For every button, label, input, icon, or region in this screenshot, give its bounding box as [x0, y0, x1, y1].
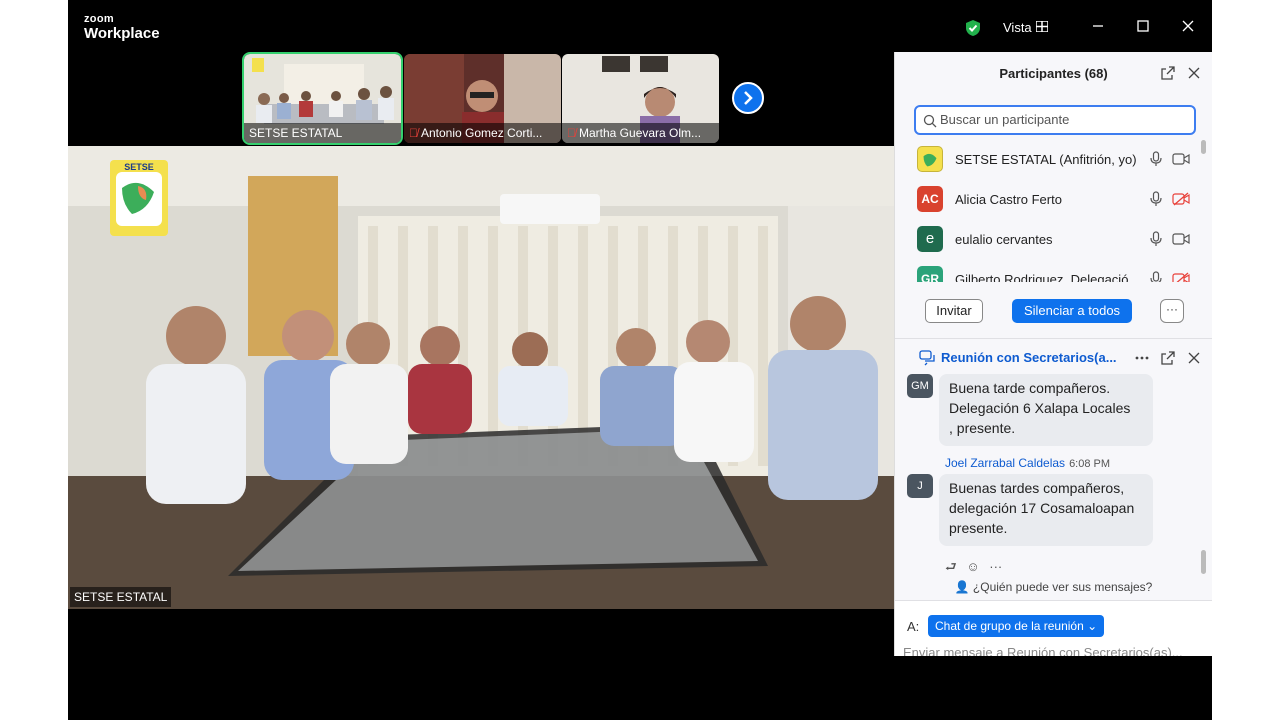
participant-name: SETSE ESTATAL (Anfitrión, yo)	[955, 152, 1137, 167]
search-icon	[923, 114, 937, 128]
participant-list: SETSE ESTATAL (Anfitrión, yo) AC Alicia …	[895, 140, 1201, 282]
chat-message[interactable]: Buena tarde compañeros. Delegación 6 Xal…	[939, 374, 1153, 446]
close-participants-icon[interactable]	[1186, 65, 1202, 81]
view-button[interactable]: Vista	[1003, 20, 1032, 35]
who-can-see[interactable]: 👤 ¿Quién puede ver sus mensajes?	[895, 580, 1212, 594]
brand-zoom: zoom	[84, 13, 114, 25]
more-icon[interactable]: ···	[989, 559, 1002, 574]
video-off-icon[interactable]	[1172, 192, 1190, 206]
message-line: Delegación 6 Xalapa Locales	[949, 400, 1131, 416]
video-camera-icon[interactable]	[1172, 152, 1190, 166]
bottom-bar	[68, 656, 1212, 720]
video-thumbnails-strip: SETSE ESTATAL 🎙̸Antonio Gomez Corti...	[68, 52, 894, 146]
thumbnail-martha[interactable]: 🎙̸ Martha Guevara Olm...	[562, 54, 719, 143]
mic-muted-icon: 🎙̸	[409, 126, 418, 140]
close-window-icon[interactable]	[1180, 18, 1196, 34]
maximize-icon[interactable]	[1135, 18, 1151, 34]
thumbnail-name: Antonio Gomez Corti...	[421, 126, 543, 140]
setse-logo: SETSE	[110, 160, 168, 236]
chat-header: Reunión con Secretarios(a...	[895, 342, 1212, 372]
chat-more-icon[interactable]	[1134, 350, 1150, 366]
video-off-icon[interactable]	[1172, 272, 1190, 282]
minimize-icon[interactable]	[1090, 18, 1106, 34]
logo-text: SETSE	[124, 162, 154, 172]
avatar-logo	[917, 146, 943, 172]
title-bar: zoom Workplace Vista	[68, 0, 1212, 52]
chat-icon	[919, 350, 935, 366]
thumbnail-label: SETSE ESTATAL	[244, 123, 401, 143]
avatar: GR	[917, 266, 943, 282]
participant-name: Gilberto Rodriguez, Delegació	[955, 272, 1129, 282]
main-video-label: SETSE ESTATAL	[70, 587, 172, 607]
person-icon: 👤	[954, 580, 970, 594]
message-line: Buena tarde compañeros.	[949, 380, 1111, 396]
video-camera-icon[interactable]	[1172, 232, 1190, 246]
meeting-room-scene	[68, 146, 894, 609]
message-reactions: ⮐ ☺ ···	[945, 558, 1002, 580]
microphone-icon[interactable]	[1149, 271, 1163, 282]
recipient-dropdown[interactable]: Chat de grupo de la reunión ⌄	[928, 615, 1105, 637]
participant-row[interactable]: e eulalio cervantes	[895, 220, 1201, 260]
emoji-icon[interactable]: ☺	[966, 559, 979, 574]
participant-row[interactable]: GR Gilberto Rodriguez, Delegació	[895, 260, 1201, 282]
message-line: presente.	[949, 520, 1008, 536]
popout-icon[interactable]	[1160, 65, 1176, 81]
main-video[interactable]: SETSE SETSE ESTATAL	[68, 146, 894, 609]
more-options-button[interactable]: ···	[1160, 299, 1184, 323]
close-chat-icon[interactable]	[1186, 350, 1202, 366]
participants-header: Participantes (68)	[895, 52, 1212, 94]
chat-popout-icon[interactable]	[1160, 350, 1176, 366]
chat-title[interactable]: Reunión con Secretarios(a...	[941, 350, 1117, 365]
chat-messages: GM Buena tarde compañeros. Delegación 6 …	[895, 374, 1201, 600]
message-line: Buenas tardes compañeros,	[949, 480, 1125, 496]
panel-divider	[895, 338, 1212, 339]
next-page-button[interactable]	[732, 82, 764, 114]
message-time: 6:08 PM	[1069, 458, 1111, 470]
mute-all-button[interactable]: Silenciar a todos	[1012, 299, 1132, 323]
participants-scrollbar[interactable]	[1201, 140, 1206, 154]
message-sender: Joel Zarrabal Caldelas 6:08 PM	[945, 456, 1110, 470]
message-line: delegación 17 Cosamaloapan	[949, 500, 1135, 516]
thumbnail-setse-estatal[interactable]: SETSE ESTATAL	[242, 52, 403, 145]
participant-actions: Invitar Silenciar a todos ···	[895, 298, 1212, 328]
message-avatar: GM	[907, 374, 933, 398]
microphone-icon[interactable]	[1149, 151, 1163, 167]
participant-name: Alicia Castro Ferto	[955, 192, 1062, 207]
participant-row[interactable]: AC Alicia Castro Ferto	[895, 180, 1201, 220]
mic-muted-icon: 🎙̸	[567, 126, 576, 140]
security-shield-icon[interactable]	[964, 19, 982, 37]
thumbnail-name: Martha Guevara Olm...	[579, 126, 702, 140]
reply-icon[interactable]: ⮐	[945, 559, 957, 574]
to-label: A:	[907, 619, 920, 634]
participant-search-input[interactable]	[940, 112, 1190, 127]
avatar: e	[917, 226, 943, 252]
avatar: AC	[917, 186, 943, 212]
recipient-value: Chat de grupo de la reunión	[935, 619, 1084, 633]
thumbnail-label: 🎙̸ Martha Guevara Olm...	[562, 123, 719, 143]
chat-compose: A: Chat de grupo de la reunión ⌄	[895, 600, 1212, 660]
app-brand: zoom Workplace	[84, 13, 160, 42]
thumbnail-label: 🎙̸ Antonio Gomez Corti...	[404, 123, 561, 143]
participant-search-box[interactable]	[914, 105, 1196, 135]
side-panel: Participantes (68) SETSE ESTATAL (Anfitr…	[894, 52, 1212, 660]
message-avatar: J	[907, 474, 933, 498]
chat-scrollbar[interactable]	[1201, 550, 1206, 574]
participant-row[interactable]: SETSE ESTATAL (Anfitrión, yo)	[895, 140, 1201, 180]
zoom-window: zoom Workplace Vista SETSE ESTATAL 🎙̸ An…	[68, 0, 1212, 720]
sender-name: Joel Zarrabal Caldelas	[945, 456, 1066, 470]
thumbnail-antonio[interactable]: 🎙̸ Antonio Gomez Corti...	[404, 54, 561, 143]
message-line: , presente.	[949, 420, 1016, 436]
invite-button[interactable]: Invitar	[925, 299, 983, 323]
microphone-icon[interactable]	[1149, 191, 1163, 207]
chevron-down-icon: ⌄	[1087, 619, 1098, 633]
microphone-icon[interactable]	[1149, 231, 1163, 247]
brand-workplace: Workplace	[84, 25, 160, 42]
grid-view-icon[interactable]	[1036, 21, 1048, 32]
participant-name: eulalio cervantes	[955, 232, 1053, 247]
chevron-right-icon	[744, 91, 753, 105]
chat-message[interactable]: Buenas tardes compañeros, delegación 17 …	[939, 474, 1153, 546]
who-can-see-label: ¿Quién puede ver sus mensajes?	[972, 580, 1153, 594]
